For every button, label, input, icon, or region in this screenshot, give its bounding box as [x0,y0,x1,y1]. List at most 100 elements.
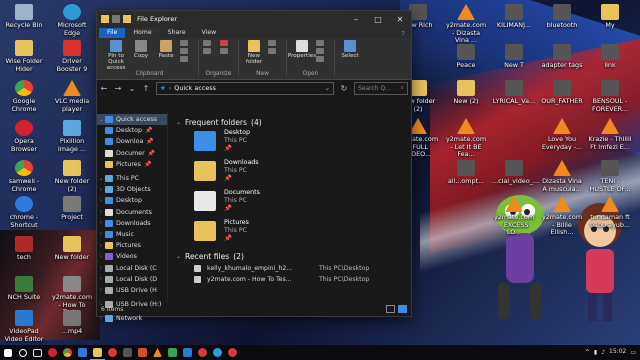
nav-item-pictures-pinned[interactable]: Pictures 📌 [97,159,167,170]
nav-item-downloads-pinned[interactable]: Downloa 📌 [97,136,167,147]
network-tray-icon[interactable]: ▮ [594,349,597,356]
nav-item-local-disk-d[interactable]: › Local Disk (D [97,274,167,285]
taskbar-app-green[interactable] [165,345,180,360]
desktop-icon-y2mate-dizasta[interactable]: y2mate.com - Dizasta Vina ... [444,4,488,45]
nav-item-this-pc[interactable]: ⌄ This PC [97,173,167,184]
address-bar[interactable]: ★ › Quick access ⌄ [156,81,334,95]
desktop-icon-mp4-file[interactable]: ...mp4 [50,310,94,336]
close-button[interactable]: ✕ [389,15,411,24]
taskbar-app-vlc[interactable] [150,345,165,360]
desktop-icon-samweli-chrome[interactable]: samweli - Chrome [2,160,46,193]
taskbar-app-media[interactable] [120,345,135,360]
desktop-icon-driver-booster[interactable]: Driver Booster 9 [50,40,94,73]
taskbar-app-edge[interactable] [210,345,225,360]
desktop-icon-link[interactable]: link [588,44,632,70]
desktop-icon-official-video[interactable]: ...cial_video_... [492,160,539,186]
copy-button[interactable]: Copy [130,40,152,59]
frequent-folder-desktop[interactable]: Desktop This PC 📌 [194,129,403,159]
recent-locations-chevron-icon[interactable]: ⌄ [128,84,136,93]
frequent-folder-downloads[interactable]: Downloads This PC 📌 [194,159,403,189]
tray-chevron-icon[interactable]: ^ [585,349,590,356]
delete-button[interactable] [220,40,234,54]
desktop-icon-bluetooth[interactable]: bluetooth [540,4,584,30]
nav-item-desktop-pinned[interactable]: Desktop 📌 [97,125,167,136]
properties-button[interactable]: Properties [288,40,316,59]
select-button[interactable]: Select [339,40,361,59]
forward-arrow-icon[interactable]: → [114,84,122,93]
open-small-buttons[interactable] [316,40,330,62]
nav-item-videos[interactable]: › Videos [97,251,167,262]
desktop-icon-love-you-everyday[interactable]: Love You Everyday -... [540,118,584,151]
collapse-chevron-icon[interactable]: ⌄ [97,117,105,123]
start-button[interactable] [0,345,15,360]
frequent-folders-header[interactable]: ⌄ Frequent folders (4) [176,115,403,129]
nav-item-desktop[interactable]: › Desktop [97,195,167,206]
tab-file[interactable]: File [99,28,126,38]
new-item-button[interactable] [268,40,282,54]
desktop-icon-google-chrome[interactable]: Google Chrome [2,80,46,113]
recent-file-row[interactable]: y2mate.com - How To Tes... This PC\Deskto… [194,274,403,285]
desktop-icon-all-ompt[interactable]: all...ompt... [444,160,488,186]
desktop-icon-peace[interactable]: Peace [444,44,488,70]
notification-icon[interactable]: ▭ [630,349,636,356]
desktop-icon-y2mate-let-it-be[interactable]: y2mate.com - Let It BE Fea... [444,118,488,159]
recent-files-header[interactable]: ⌄ Recent files (2) [176,249,403,263]
nav-item-music[interactable]: › Music [97,229,167,240]
search-taskbar-button[interactable] [15,345,30,360]
desktop-icon-wise-folder-hider[interactable]: Wise Folder Hider [2,40,46,73]
maximize-button[interactable]: □ [367,15,389,24]
taskbar-file-explorer[interactable] [90,345,105,360]
clipboard-small-buttons[interactable] [180,40,194,62]
nav-item-3d-objects[interactable]: › 3D Objects [97,184,167,195]
back-arrow-icon[interactable]: ← [100,84,108,93]
taskbar-opera[interactable] [45,345,60,360]
desktop-icon-recycle-bin[interactable]: Recycle Bin [2,4,46,30]
desktop-icon-nch-suite[interactable]: NCH Suite [2,276,46,302]
details-view-icon[interactable] [386,305,395,313]
desktop-icon-tundaman[interactable]: tundaman ft babu ayub... [588,196,632,229]
collapse-chevron-icon[interactable]: ⌄ [97,176,105,182]
nav-item-pictures[interactable]: › Pictures [97,240,167,251]
recent-file-row[interactable]: kelly_khumalo_empini_h2... This PC\Deskto… [194,263,403,274]
nav-item-local-disk-c[interactable]: › Local Disk (C [97,262,167,273]
desktop-icon-project[interactable]: Project [50,196,94,222]
move-to-button[interactable] [203,40,217,54]
tab-share[interactable]: Share [160,28,194,38]
desktop-icon-edge[interactable]: Microsoft Edge [50,4,94,37]
desktop-icon-y2mate-excess-lo[interactable]: y2mate.com - EXCESS LO... [492,196,536,237]
desktop-icon-chrome-shortcut[interactable]: chrome - Shortcut [2,196,46,229]
desktop-icon-new-folder-2[interactable]: New folder (2) [50,160,94,193]
desktop-icon-videopad[interactable]: VideoPad Video Editor [2,310,46,343]
desktop-icon-krazie[interactable]: Krazie - Thilili Ft Imfezi E... [588,118,632,151]
nav-item-quick-access[interactable]: ⌄ Quick access [97,114,167,126]
desktop-icon-teni-hustle[interactable]: TENI - HUSTLE OF... [588,160,632,193]
nav-item-downloads[interactable]: › Downloads [97,218,167,229]
desktop-icon-pixillion[interactable]: Pixillion Image ... [50,120,94,153]
search-box[interactable]: Search Q... ⌕ [354,81,408,95]
pin-to-quick-access-button[interactable]: Pin to Quick access [105,40,127,71]
desktop-icon-my[interactable]: My [588,4,632,30]
quick-access-toolbar-icon[interactable] [112,15,120,23]
title-bar[interactable]: File Explorer – □ ✕ [97,11,411,27]
refresh-icon[interactable]: ↻ [340,84,348,93]
taskbar-store[interactable] [75,345,90,360]
expand-chevron-icon[interactable]: ⌄ [176,119,181,126]
desktop-icon-new-folder[interactable]: New folder [50,236,94,262]
large-icons-view-icon[interactable] [398,305,407,313]
task-view-button[interactable] [30,345,45,360]
desktop-icon-our-father[interactable]: OUR_FATHER [540,80,584,106]
volume-icon[interactable]: ♪ [601,349,605,356]
desktop-icon-dizasta-vina-muscula[interactable]: Dizasta Vina A muscula... [540,160,584,193]
minimize-button[interactable]: – [345,15,367,24]
tab-view[interactable]: View [194,28,225,38]
nav-item-documents-pinned[interactable]: Documer 📌 [97,148,167,159]
help-icon[interactable]: ? [401,30,405,38]
expand-chevron-icon[interactable]: ⌄ [176,253,181,260]
desktop-icon-lyrical-va[interactable]: LYRICAL_Va... [492,80,536,106]
frequent-folder-documents[interactable]: Documents This PC 📌 [194,189,403,219]
desktop-icon-new-t[interactable]: New T [492,44,536,70]
desktop-icon-new-2[interactable]: New (2) [444,80,488,106]
desktop-icon-adapter-tags[interactable]: adapter tags [540,44,584,70]
desktop-icon-vlc[interactable]: VLC media player [50,80,94,113]
address-dropdown-icon[interactable]: ⌄ [325,84,330,92]
